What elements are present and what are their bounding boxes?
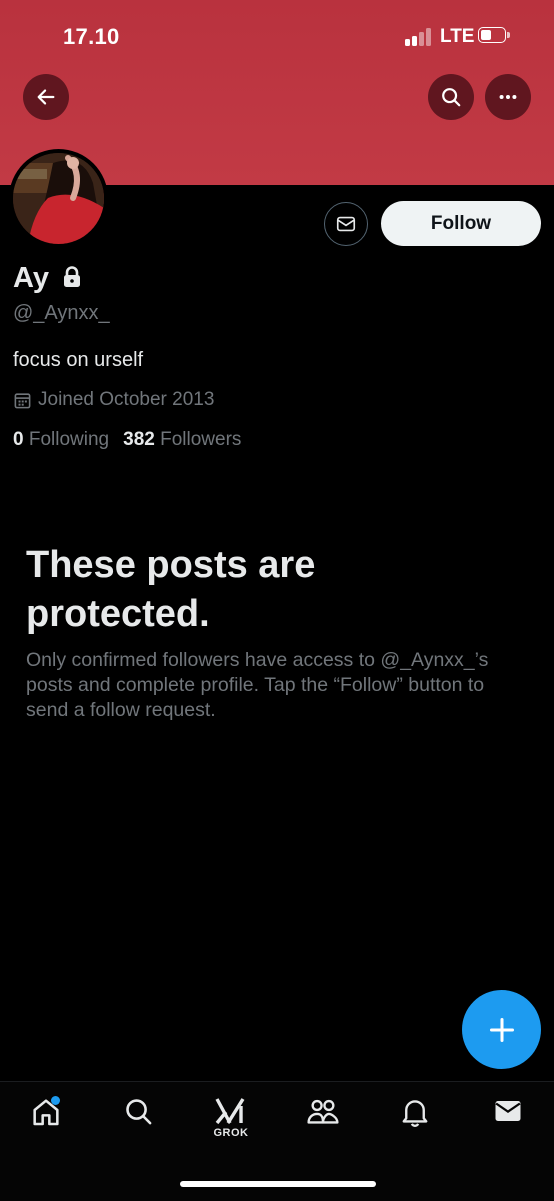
cellular-signal-icon <box>405 28 435 46</box>
search-icon <box>442 88 461 107</box>
grok-label: GROK <box>213 1127 249 1139</box>
search-icon <box>125 1099 151 1125</box>
notification-dot <box>51 1096 60 1105</box>
profile-stats: 0 Following 382 Followers <box>13 429 241 451</box>
search-button[interactable] <box>428 74 474 120</box>
protected-body: Only confirmed followers have access to … <box>26 649 489 721</box>
plus-icon <box>489 1017 514 1042</box>
nav-grok[interactable]: GROK <box>206 1096 256 1142</box>
protected-title: These posts are protected. <box>26 544 316 635</box>
nav-messages[interactable] <box>483 1096 533 1142</box>
followers-label: Followers <box>160 429 242 450</box>
display-name: Ay <box>13 262 49 294</box>
joined-date: Joined October 2013 <box>13 389 214 411</box>
followers-link[interactable]: 382 Followers <box>123 429 241 450</box>
home-indicator <box>180 1181 376 1187</box>
status-time: 17.10 <box>63 24 120 49</box>
grok-icon <box>215 1098 245 1125</box>
status-bar: 17.10 LTE <box>0 0 554 74</box>
more-horizontal-icon <box>499 94 517 100</box>
more-options-button[interactable] <box>485 74 531 120</box>
nav-search[interactable] <box>113 1096 163 1142</box>
following-count: 0 <box>13 429 24 450</box>
profile-handle: @_Aynxx_ <box>13 302 110 324</box>
avatar-photo <box>13 153 104 244</box>
calendar-icon <box>14 392 31 408</box>
communities-icon <box>307 1099 339 1124</box>
network-label: LTE <box>440 26 475 47</box>
nav-communities[interactable] <box>298 1096 348 1142</box>
nav-notifications[interactable] <box>390 1096 440 1142</box>
battery-icon <box>478 27 511 45</box>
following-label: Following <box>28 429 110 450</box>
lock-icon <box>64 266 80 287</box>
follow-button[interactable]: Follow <box>381 201 541 246</box>
profile-bio: focus on urself <box>13 349 144 371</box>
back-button[interactable] <box>23 74 69 120</box>
compose-button[interactable] <box>462 990 541 1069</box>
mail-icon <box>336 216 356 232</box>
bell-icon <box>402 1100 428 1127</box>
followers-count: 382 <box>123 429 155 450</box>
message-button[interactable] <box>324 202 368 246</box>
nav-home[interactable] <box>21 1096 71 1142</box>
following-link[interactable]: 0 Following <box>13 429 109 450</box>
avatar[interactable] <box>9 149 108 248</box>
mail-icon <box>495 1101 521 1121</box>
joined-text: Joined October 2013 <box>38 389 215 410</box>
arrow-left-icon <box>37 89 55 105</box>
